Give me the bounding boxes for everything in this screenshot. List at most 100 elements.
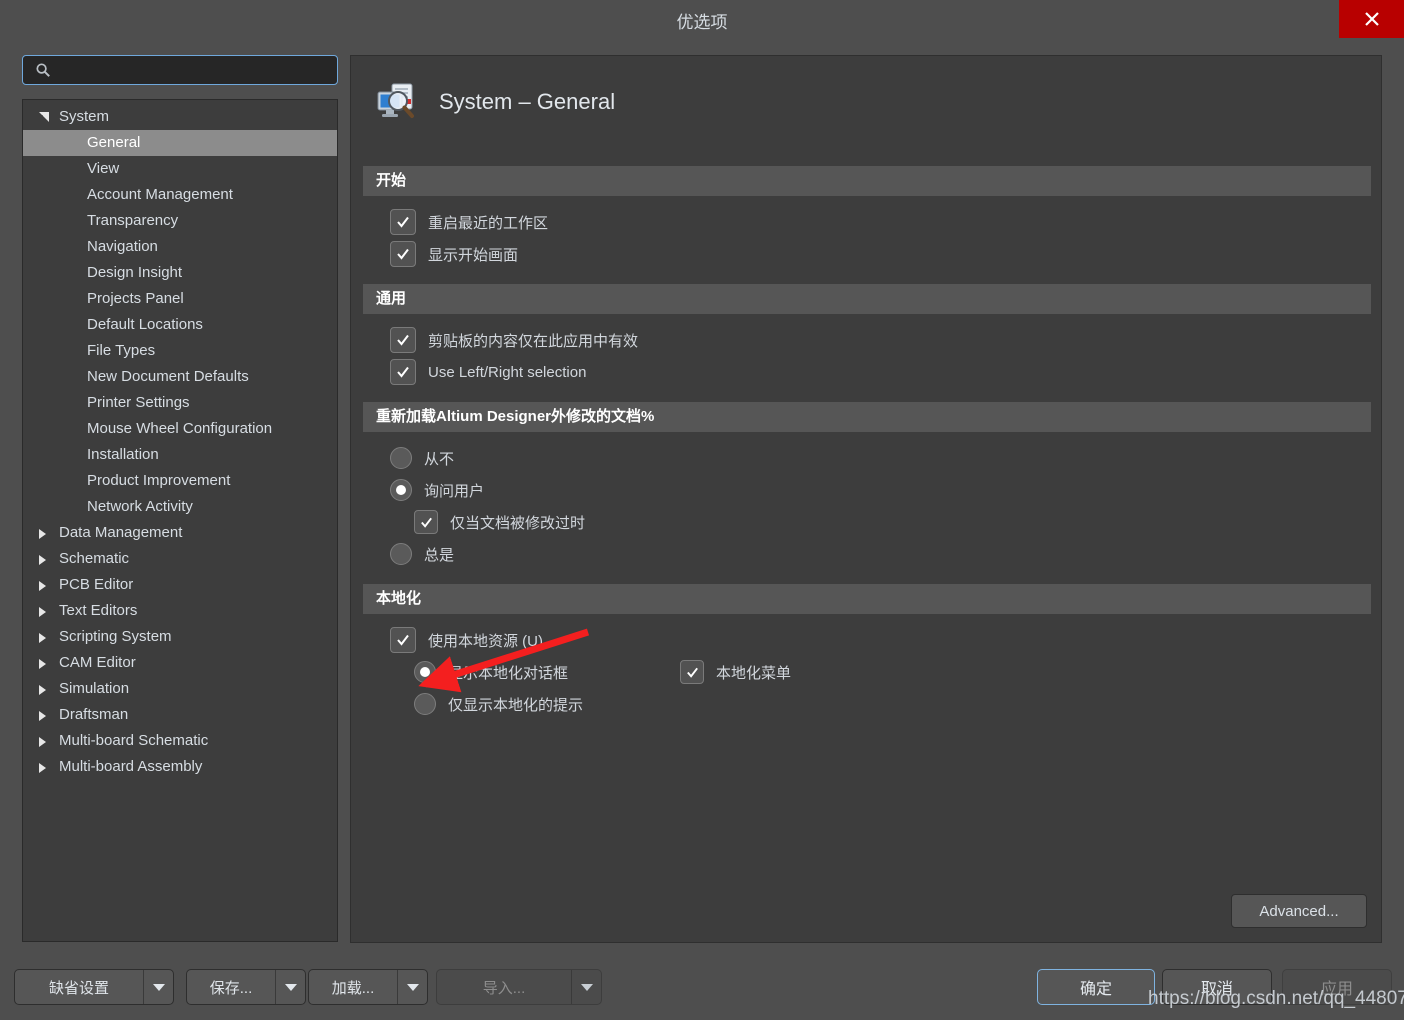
dialog-footer: 缺省设置 保存... 加载... 导入... 确定 取消 应用: [0, 955, 1404, 1020]
chevron-right-icon[interactable]: [39, 659, 46, 669]
chevron-down-icon[interactable]: [143, 970, 173, 1004]
tree-item-multi-board-schematic[interactable]: Multi-board Schematic: [23, 728, 337, 754]
tree-item-product-improvement[interactable]: Product Improvement: [23, 468, 337, 494]
tree-item-printer-settings[interactable]: Printer Settings: [23, 390, 337, 416]
radio-label-ask-user: 询问用户: [424, 482, 485, 500]
advanced-button[interactable]: Advanced...: [1231, 894, 1367, 928]
chevron-right-icon[interactable]: [39, 555, 46, 565]
chevron-right-icon[interactable]: [39, 581, 46, 591]
radio-row-ask-user[interactable]: 询问用户: [390, 474, 1371, 506]
footer-split-button-label: 加载...: [331, 979, 375, 997]
footer-button-2: 应用: [1282, 969, 1392, 1005]
tree-item-schematic[interactable]: Schematic: [23, 546, 337, 572]
tree-item-design-insight[interactable]: Design Insight: [23, 260, 337, 286]
tree-item-data-management[interactable]: Data Management: [23, 520, 337, 546]
footer-split-button-3: 导入...: [436, 969, 602, 1005]
chevron-right-icon[interactable]: [39, 633, 46, 643]
checkbox-clipboard-scope[interactable]: [390, 327, 416, 353]
checkbox-use-localized-resources[interactable]: [390, 627, 416, 653]
radio-never[interactable]: [390, 447, 412, 469]
checkbox-localized-menus[interactable]: [680, 660, 704, 684]
tree-item-general[interactable]: General: [23, 130, 337, 156]
tree-item-scripting-system[interactable]: Scripting System: [23, 624, 337, 650]
tree-item-label: Transparency: [87, 212, 179, 229]
radio-localized-hints-only[interactable]: [414, 693, 436, 715]
close-icon[interactable]: [1339, 0, 1404, 38]
checkbox-row-restart-workspace[interactable]: 重启最近的工作区: [390, 206, 1371, 238]
checkbox-row-only-when-modified[interactable]: 仅当文档被修改过时: [390, 506, 1371, 538]
chevron-right-icon[interactable]: [39, 711, 46, 721]
checkbox-left-right-selection[interactable]: [390, 359, 416, 385]
chevron-down-icon[interactable]: [571, 970, 601, 1004]
search-input[interactable]: [57, 57, 337, 83]
tree-item-multi-board-assembly[interactable]: Multi-board Assembly: [23, 754, 337, 780]
radio-always[interactable]: [390, 543, 412, 565]
tree-item-default-locations[interactable]: Default Locations: [23, 312, 337, 338]
tree-item-label: Printer Settings: [87, 394, 190, 411]
radio-label-never: 从不: [424, 450, 455, 468]
tree-item-simulation[interactable]: Simulation: [23, 676, 337, 702]
search-box[interactable]: [22, 55, 338, 85]
tree-item-new-document-defaults[interactable]: New Document Defaults: [23, 364, 337, 390]
checkbox-label-clipboard-scope: 剪贴板的内容仅在此应用中有效: [428, 332, 639, 350]
section-header-general: 通用: [363, 284, 1371, 314]
tree-item-pcb-editor[interactable]: PCB Editor: [23, 572, 337, 598]
tree-item-label: Projects Panel: [87, 290, 184, 307]
tree-item-transparency[interactable]: Transparency: [23, 208, 337, 234]
tree-item-label: New Document Defaults: [87, 368, 249, 385]
search-icon: [36, 63, 50, 77]
footer-split-button-2[interactable]: 加载...: [308, 969, 428, 1005]
radio-label-always: 总是: [424, 546, 455, 564]
tree-item-projects-panel[interactable]: Projects Panel: [23, 286, 337, 312]
checkbox-show-splash[interactable]: [390, 241, 416, 267]
checkbox-label-show-splash: 显示开始画面: [428, 246, 519, 264]
section-header-startup: 开始: [363, 166, 1371, 196]
checkbox-row-show-splash[interactable]: 显示开始画面: [390, 238, 1371, 270]
chevron-right-icon[interactable]: [39, 529, 46, 539]
tree-item-label: Draftsman: [59, 706, 129, 723]
checkbox-row-left-right-selection[interactable]: Use Left/Right selection: [390, 356, 1371, 388]
tree-item-installation[interactable]: Installation: [23, 442, 337, 468]
tree-item-cam-editor[interactable]: CAM Editor: [23, 650, 337, 676]
checkbox-only-when-modified[interactable]: [414, 510, 438, 534]
radio-label-localized-dialogs: 显示本地化对话框: [448, 664, 569, 682]
radio-localized-dialogs[interactable]: [414, 661, 436, 683]
checkbox-row-clipboard-scope[interactable]: 剪贴板的内容仅在此应用中有效: [390, 324, 1371, 356]
preferences-tree[interactable]: System General View Account Management Trans…: [22, 99, 338, 942]
radio-row-always[interactable]: 总是: [390, 538, 1371, 570]
chevron-down-icon[interactable]: [39, 112, 49, 122]
tree-item-account-management[interactable]: Account Management: [23, 182, 337, 208]
footer-split-button-0[interactable]: 缺省设置: [14, 969, 174, 1005]
tree-item-label: Multi-board Assembly: [59, 758, 203, 775]
tree-item-mouse-wheel-configuration[interactable]: Mouse Wheel Configuration: [23, 416, 337, 442]
chevron-right-icon[interactable]: [39, 763, 46, 773]
radio-row-localized-dialogs[interactable]: 显示本地化对话框: [390, 656, 680, 688]
tree-item-label: PCB Editor: [59, 576, 134, 593]
footer-split-button-1[interactable]: 保存...: [186, 969, 306, 1005]
tree-item-navigation[interactable]: Navigation: [23, 234, 337, 260]
chevron-down-icon[interactable]: [397, 970, 427, 1004]
tree-item-draftsman[interactable]: Draftsman: [23, 702, 337, 728]
checkbox-row-localized-menus[interactable]: 本地化菜单: [680, 656, 791, 688]
chevron-down-icon[interactable]: [275, 970, 305, 1004]
tree-item-label: System: [59, 108, 110, 125]
tree-item-system[interactable]: System: [23, 104, 337, 130]
radio-row-localized-hints-only[interactable]: 仅显示本地化的提示: [390, 688, 680, 720]
system-general-icon: [377, 83, 414, 118]
tree-item-view[interactable]: View: [23, 156, 337, 182]
checkbox-restart-workspace[interactable]: [390, 209, 416, 235]
chevron-right-icon[interactable]: [39, 685, 46, 695]
tree-item-text-editors[interactable]: Text Editors: [23, 598, 337, 624]
tree-item-label: Simulation: [59, 680, 130, 697]
preferences-detail-pane: System – General 开始 重启最近的工作区 显示开始画面 通用 剪…: [350, 55, 1382, 943]
radio-row-never[interactable]: 从不: [390, 442, 1371, 474]
tree-item-network-activity[interactable]: Network Activity: [23, 494, 337, 520]
checkbox-row-use-localized-resources[interactable]: 使用本地资源 (U): [390, 624, 1371, 656]
chevron-right-icon[interactable]: [39, 737, 46, 747]
footer-button-1[interactable]: 取消: [1162, 969, 1272, 1005]
footer-button-0[interactable]: 确定: [1037, 969, 1155, 1005]
tree-item-file-types[interactable]: File Types: [23, 338, 337, 364]
chevron-right-icon[interactable]: [39, 607, 46, 617]
radio-ask-user[interactable]: [390, 479, 412, 501]
section-body-reload: 从不 询问用户 仅当文档被修改过时 总是: [363, 442, 1371, 584]
